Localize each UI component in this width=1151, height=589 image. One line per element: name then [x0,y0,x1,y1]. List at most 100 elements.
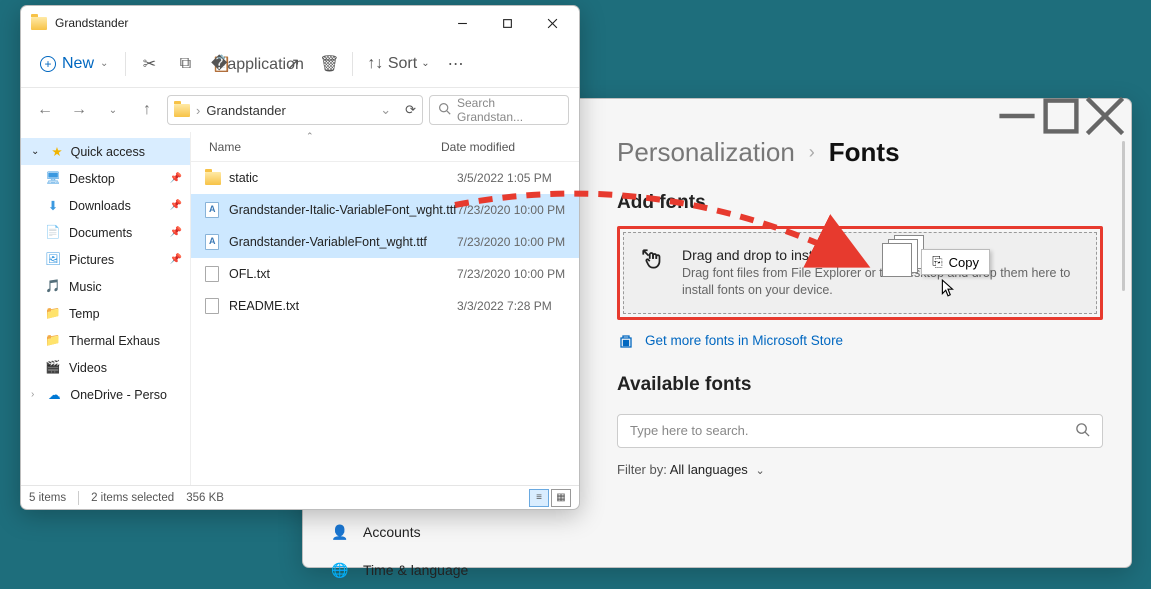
search-placeholder: Type here to search. [630,423,749,438]
chevron-right-icon: › [809,142,815,163]
file-row[interactable]: OFL.txt7/23/2020 10:00 PM [191,258,579,290]
cut-button[interactable]: ✂ [132,48,166,80]
filter-dropdown[interactable]: Filter by: All languages ⌄ [617,462,1103,477]
file-date: 7/23/2020 10:00 PM [457,235,565,249]
maximize-button[interactable] [485,8,530,38]
file-row[interactable]: static3/5/2022 1:05 PM [191,162,579,194]
pin-icon: 📌 [170,227,182,238]
status-size: 356 KB [186,492,224,504]
sidebar-item-label: Documents [69,226,132,240]
file-row[interactable]: Grandstander-VariableFont_wght.ttf7/23/2… [191,226,579,258]
sidebar-item-icon: 📄 [45,225,61,241]
sidebar-item-label: OneDrive - Perso [70,388,167,402]
sidebar-item-icon: 🖥 [45,171,61,187]
up-button[interactable]: ↑ [133,96,161,124]
file-name: Grandstander-Italic-VariableFont_wght.tt… [229,203,457,217]
rename-icon: �application [248,54,266,74]
sort-button[interactable]: ↑↓ Sort ⌄ [359,48,437,80]
sidebar-item[interactable]: 📁Temp [21,300,190,327]
sidebar-item-icon: 📁 [45,306,61,322]
sidebar-item[interactable]: 🖥Desktop📌 [21,165,190,192]
search-input[interactable]: Search Grandstan... [429,95,569,125]
ttf-icon [205,202,223,218]
copy-button[interactable]: ⧉ [168,48,202,80]
search-icon [438,102,451,118]
chevron-down-icon[interactable]: ⌄ [380,102,391,118]
explorer-toolbar: + New ⌄ ✂ ⧉ 📋 �application ↗ 🗑 ↑↓ Sort ⌄… [21,40,579,88]
settings-main: Personalization › Fonts Add fonts Drag a… [603,133,1131,567]
scissors-icon: ✂ [140,54,158,74]
drop-zone[interactable]: Drag and drop to install Drag font files… [623,232,1097,314]
sidebar-item[interactable]: 🎬Videos [21,354,190,381]
file-row[interactable]: Grandstander-Italic-VariableFont_wght.tt… [191,194,579,226]
status-selected: 2 items selected [91,492,174,504]
chevron-down-icon: ⌄ [100,58,108,69]
sidebar-onedrive[interactable]: › ☁ OneDrive - Perso [21,381,190,408]
copy-icon: ⎘ [932,254,942,270]
sidebar-item-label: Desktop [69,172,115,186]
window-title: Grandstander [55,16,128,30]
file-name: README.txt [229,299,457,313]
recent-button[interactable]: ⌄ [99,96,127,124]
share-icon: ↗ [284,54,302,74]
folder-icon [31,17,47,30]
quick-access-label: Quick access [71,145,145,159]
share-button[interactable]: ↗ [276,48,310,80]
file-icon [205,298,223,314]
sidebar-item[interactable]: 🎵Music [21,273,190,300]
nav-icon: 👤 [331,523,349,541]
rename-button[interactable]: �application [240,48,274,80]
sidebar-quick-access[interactable]: ⌄ ★ Quick access [21,138,190,165]
sidebar-item-icon: ⬇ [45,198,61,214]
breadcrumb-parent[interactable]: Personalization [617,137,795,168]
back-button[interactable]: ← [31,96,59,124]
settings-nav-item[interactable]: 👤Accounts [319,513,587,551]
store-icon [617,332,635,350]
sidebar-item[interactable]: 🖼Pictures📌 [21,246,190,273]
sidebar-item[interactable]: 📄 Documents 📌 [21,219,190,246]
delete-button[interactable]: 🗑 [312,48,346,80]
copy-icon: ⧉ [176,55,194,73]
refresh-button[interactable]: ⟳ [405,102,416,118]
file-row[interactable]: README.txt3/3/2022 7:28 PM [191,290,579,322]
sidebar-item-icon: 📁 [45,333,61,349]
folder-icon [174,104,190,117]
sidebar-item[interactable]: 📁Thermal Exhaus [21,327,190,354]
store-link[interactable]: Get more fonts in Microsoft Store [617,332,1103,350]
file-icon [205,266,223,282]
column-date[interactable]: Date modified [441,140,579,154]
minimize-button[interactable] [995,102,1039,130]
copy-label: Copy [949,255,979,270]
settings-nav-item[interactable]: 🌐Time & language [319,551,587,589]
chevron-down-icon: ⌄ [421,58,429,69]
scrollbar[interactable] [1122,141,1125,291]
forward-button[interactable]: → [65,96,93,124]
copy-tooltip: ⎘ Copy [921,249,990,275]
address-bar[interactable]: › Grandstander ⌄ ⟳ [167,95,423,125]
explorer-titlebar[interactable]: Grandstander [21,6,579,40]
filter-value: All languages [670,462,748,477]
more-button[interactable]: ⋯ [440,48,472,80]
minimize-button[interactable] [440,8,485,38]
pin-icon: 📌 [170,200,182,211]
details-view-button[interactable]: ≡ [529,489,549,507]
font-search-input[interactable]: Type here to search. [617,414,1103,448]
folder-icon [205,172,223,185]
maximize-button[interactable] [1039,102,1083,130]
column-name[interactable]: Name [191,140,441,154]
new-button[interactable]: + New ⌄ [29,48,119,80]
drag-hand-icon [640,247,666,279]
available-fonts-heading: Available fonts [617,374,1103,396]
file-name: static [229,171,457,185]
sidebar-item-label: Downloads [69,199,131,213]
file-date: 3/3/2022 7:28 PM [457,299,552,313]
file-listing: ⌃ Name Date modified static3/5/2022 1:05… [191,132,579,485]
column-headers[interactable]: ⌃ Name Date modified [191,132,579,162]
sidebar-item-icon: 🖼 [45,252,61,268]
sidebar-item-icon: 🎵 [45,279,61,295]
close-button[interactable] [1083,102,1127,130]
pin-icon: 📌 [170,254,182,265]
sidebar-item[interactable]: ⬇ Downloads 📌 [21,192,190,219]
grid-view-button[interactable]: ▦ [551,489,571,507]
close-button[interactable] [530,8,575,38]
